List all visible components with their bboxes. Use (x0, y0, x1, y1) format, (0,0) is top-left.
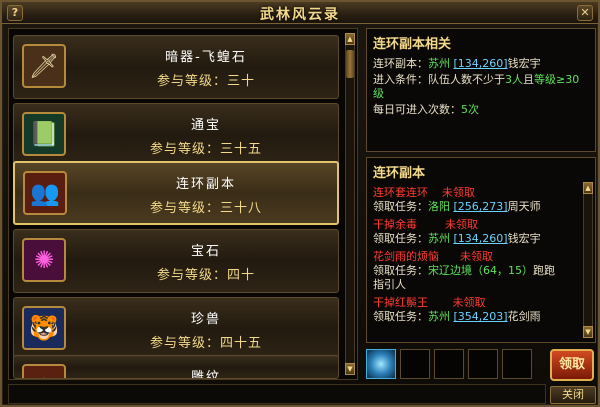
item-name: 珍兽 (190, 312, 221, 327)
quest-label: 领取任务： (373, 310, 428, 323)
claim-button[interactable]: 领取 (550, 349, 594, 381)
quest-accept: 领取任务：洛阳 [256,273]周天师 (373, 198, 541, 214)
gem-icon: ✺ (22, 238, 66, 282)
list-item-treasure[interactable]: 📗 通宝 参与等级：三十五 (13, 103, 339, 167)
info-daily: 每日可进入次数：5次 (373, 101, 479, 117)
reward-slot[interactable] (400, 349, 430, 379)
reward-slot[interactable] (434, 349, 464, 379)
list-item-chain-dungeon[interactable]: 👥 连环副本 参与等级：三十八 (13, 161, 339, 225)
condition-text: 且 (523, 73, 534, 86)
list-item-beast[interactable]: 🐯 珍兽 参与等级：四十五 (13, 297, 339, 361)
npc-name: 钱宏宇 (507, 57, 541, 70)
city-name: 苏州 (428, 232, 450, 245)
item-level: 参与等级：三十五 (149, 142, 262, 157)
scroll-down-icon[interactable]: ▼ (345, 363, 355, 375)
item-name: 雕纹 (190, 370, 221, 379)
npc-name: 钱宏宇 (507, 232, 541, 245)
scroll-thumb[interactable] (346, 50, 354, 78)
item-name: 连环副本 (175, 177, 236, 192)
npc-name: 跑跑 (533, 264, 555, 277)
quest-accept: 领取任务：苏州 [354,203]花剑雨 (373, 308, 541, 324)
quest-label: 领取任务： (373, 200, 428, 213)
treasure-book-icon: 📗 (22, 112, 66, 156)
condition-level-unit: 级 (373, 87, 384, 100)
npc-name: 花剑雨 (507, 310, 541, 323)
close-icon[interactable]: ✕ (577, 5, 593, 21)
item-level: 参与等级：三十八 (149, 201, 262, 216)
item-name: 通宝 (190, 118, 221, 133)
quest-label: 领取任务： (373, 232, 428, 245)
quest-title: 连环副本 (373, 166, 426, 181)
item-level: 参与等级：四十五 (149, 336, 262, 351)
scroll-track[interactable] (584, 195, 592, 325)
npc-name: 指引人 (373, 278, 406, 291)
city-name: 洛阳 (428, 200, 450, 213)
title-bar[interactable]: ? 武林风云录 ✕ (2, 2, 598, 24)
reward-slot[interactable] (502, 349, 532, 379)
reward-orb-icon[interactable] (366, 349, 396, 379)
list-item-dart[interactable]: 🗡 暗器-飞蝗石 参与等级：三十 (13, 35, 339, 99)
engraving-icon: ✦ (22, 364, 66, 378)
warriors-icon: 👥 (23, 171, 67, 215)
item-name: 宝石 (190, 244, 221, 259)
item-level: 参与等级：三十 (156, 74, 255, 89)
daily-count: 5次 (461, 103, 479, 116)
condition-count: 3人 (505, 73, 523, 86)
reward-slot[interactable] (468, 349, 498, 379)
city-name: 苏州 (428, 57, 450, 70)
condition-text: 队伍人数不少于 (428, 73, 505, 86)
coords-link[interactable]: [134,260] (454, 232, 508, 245)
info-panel: 连环副本相关 连环副本：苏州 [134,260]钱宏宇 进入条件：队伍人数不少于… (366, 28, 596, 152)
dart-icon: 🗡 (22, 44, 66, 88)
coords-link[interactable]: [134,260] (454, 57, 508, 70)
list-scrollbar[interactable]: ▲ ▼ (345, 33, 355, 375)
activity-window: ? 武林风云录 ✕ 🗡 暗器-飞蝗石 参与等级：三十 📗 通宝 参与等级：三十五… (0, 0, 600, 407)
beast-icon: 🐯 (22, 306, 66, 350)
quest-scrollbar[interactable]: ▲ ▼ (583, 182, 593, 338)
info-condition-cont: 级 (373, 85, 384, 101)
quest-accept: 领取任务：苏州 [134,260]钱宏宇 (373, 230, 541, 246)
scroll-down-icon[interactable]: ▼ (583, 326, 593, 338)
scroll-up-icon[interactable]: ▲ (583, 182, 593, 194)
item-level: 参与等级：四十 (156, 268, 255, 283)
quest-accept-cont: 指引人 (373, 276, 406, 292)
coords-link[interactable]: [256,273] (454, 200, 508, 213)
quest-panel: 连环副本 连环套连环 未领取 领取任务：洛阳 [256,273]周天师 干掉余毒… (366, 157, 596, 343)
info-condition: 进入条件：队伍人数不少于3人且等级≥30 (373, 71, 579, 87)
info-location: 连环副本：苏州 [134,260]钱宏宇 (373, 55, 541, 71)
activity-list: 🗡 暗器-飞蝗石 参与等级：三十 📗 通宝 参与等级：三十五 👥 连环副本 参与… (8, 28, 358, 380)
coords-text: （64，15） (472, 264, 533, 277)
window-title: 武林风云录 (260, 7, 340, 23)
status-bar (8, 384, 546, 404)
coords-link[interactable]: [354,203] (454, 310, 508, 323)
item-name: 暗器-飞蝗石 (165, 50, 247, 65)
info-label: 连环副本： (373, 57, 428, 70)
city-name: 宋辽边境 (428, 264, 472, 277)
list-item-engraving[interactable]: ✦ 雕纹 (13, 355, 339, 379)
npc-name: 周天师 (507, 200, 541, 213)
info-title: 连环副本相关 (373, 37, 452, 52)
close-button[interactable]: 关闭 (550, 386, 596, 404)
city-name: 苏州 (428, 310, 450, 323)
info-label: 每日可进入次数： (373, 103, 461, 116)
scroll-up-icon[interactable]: ▲ (345, 33, 355, 45)
list-item-gem[interactable]: ✺ 宝石 参与等级：四十 (13, 229, 339, 293)
condition-level: 等级≥30 (534, 73, 580, 86)
